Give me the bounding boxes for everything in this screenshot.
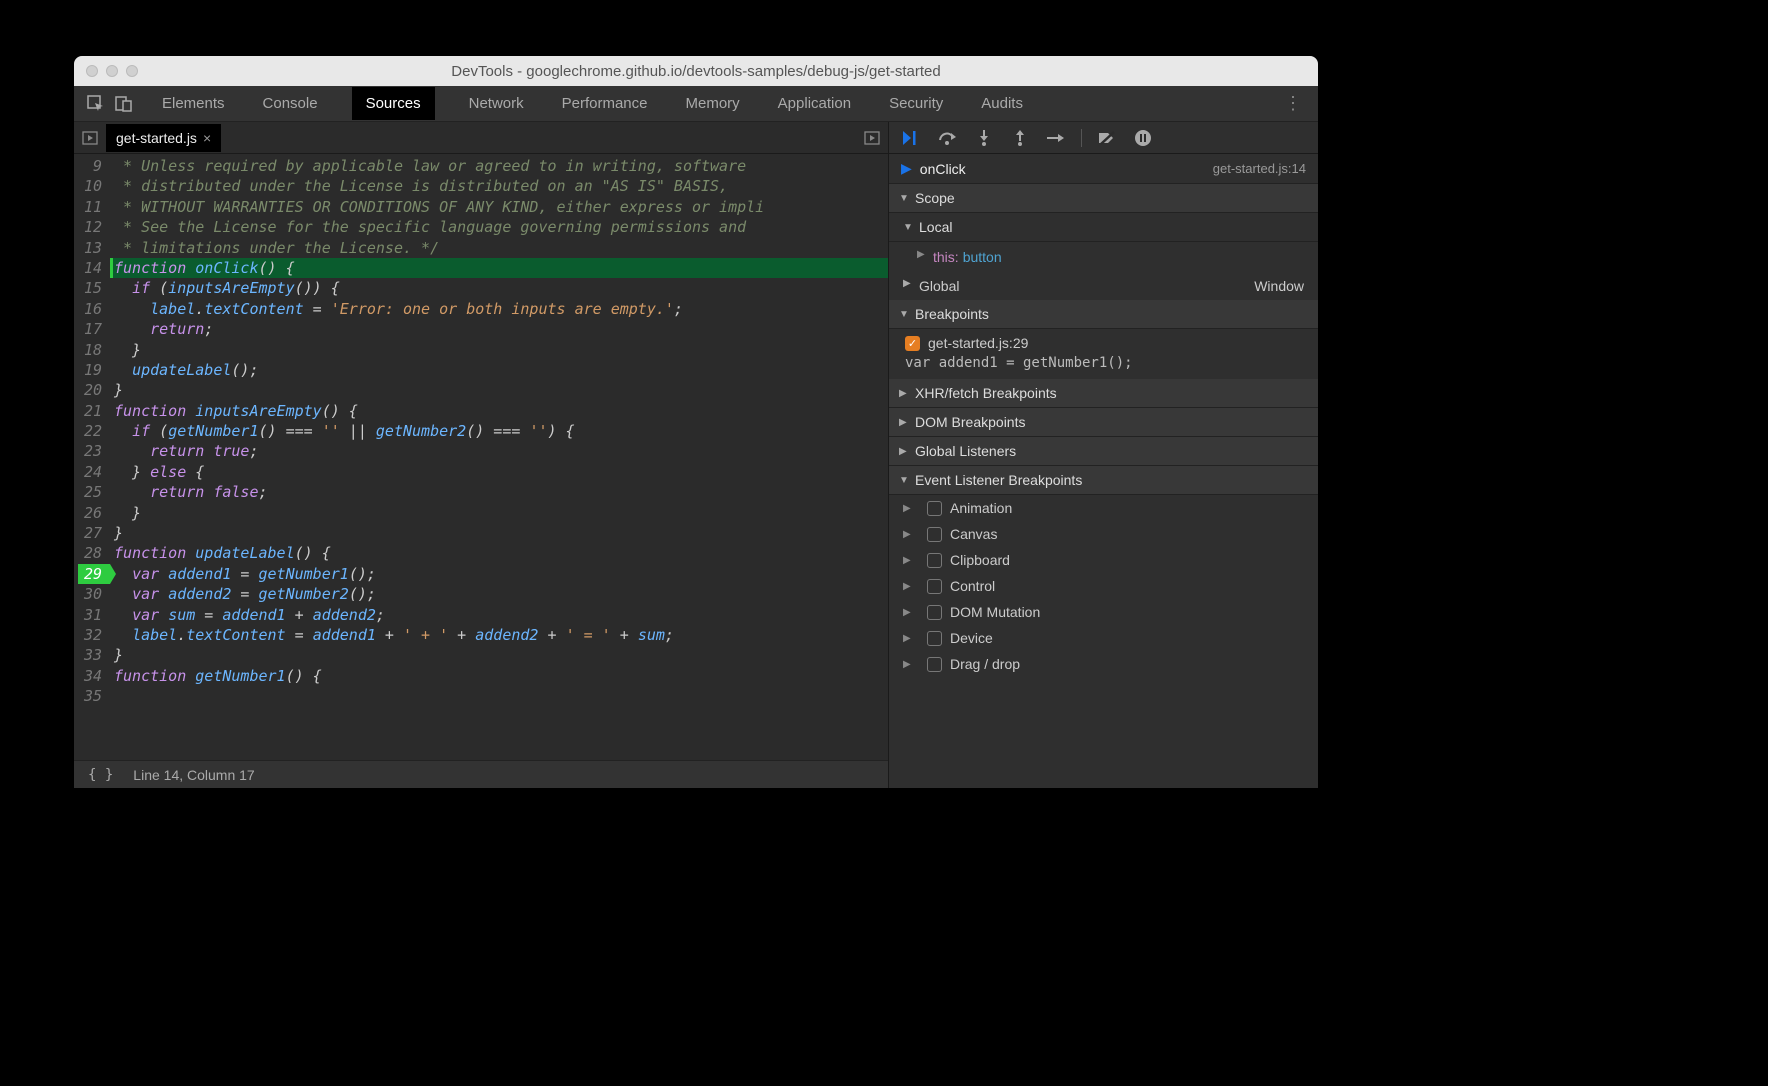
debugger-pane: ▶ onClick get-started.js:14 ▼Scope ▼Loca… (888, 122, 1318, 788)
more-tabs-icon[interactable] (856, 130, 888, 146)
minimize-window-icon[interactable] (106, 65, 118, 77)
deactivate-breakpoints-button[interactable] (1096, 127, 1118, 149)
file-tab-bar: get-started.js × (74, 122, 888, 154)
traffic-lights (74, 65, 138, 77)
devtools-window: DevTools - googlechrome.github.io/devtoo… (74, 56, 1318, 788)
scope-local[interactable]: ▼Local (889, 213, 1318, 242)
dom-breakpoints-section[interactable]: ▶DOM Breakpoints (889, 408, 1318, 437)
editor-pane: get-started.js × 91011121314151617181920… (74, 122, 888, 788)
zoom-window-icon[interactable] (126, 65, 138, 77)
inspect-element-icon[interactable] (82, 90, 110, 118)
scope-local-body: ▶this:button (889, 242, 1318, 272)
code-lines[interactable]: * Unless required by applicable law or a… (110, 154, 888, 760)
line-gutter[interactable]: 9101112131415161718192021222324252627282… (74, 154, 110, 760)
cursor-position: Line 14, Column 17 (133, 767, 254, 783)
code-editor[interactable]: 9101112131415161718192021222324252627282… (74, 154, 888, 760)
status-bar: { } Line 14, Column 17 (74, 760, 888, 788)
event-category-control[interactable]: ▶Control (889, 573, 1318, 599)
more-options-icon[interactable]: ⋮ (1276, 93, 1310, 114)
breakpoint-checkbox[interactable]: ✓ (905, 336, 920, 351)
tab-application[interactable]: Application (774, 87, 855, 120)
checkbox-icon[interactable] (927, 631, 942, 646)
step-into-button[interactable] (973, 127, 995, 149)
step-out-button[interactable] (1009, 127, 1031, 149)
checkbox-icon[interactable] (927, 657, 942, 672)
scope-global[interactable]: ▶GlobalWindow (889, 272, 1318, 300)
tab-audits[interactable]: Audits (977, 87, 1027, 120)
tab-network[interactable]: Network (465, 87, 528, 120)
event-category-drag-drop[interactable]: ▶Drag / drop (889, 651, 1318, 677)
file-tab[interactable]: get-started.js × (106, 124, 221, 152)
step-over-button[interactable] (937, 127, 959, 149)
breakpoint-item[interactable]: ✓ get-started.js:29 (889, 329, 1318, 353)
step-button[interactable] (1045, 127, 1067, 149)
breakpoint-label: get-started.js:29 (928, 335, 1028, 351)
window-title: DevTools - googlechrome.github.io/devtoo… (74, 63, 1318, 80)
event-category-animation[interactable]: ▶Animation (889, 495, 1318, 521)
separator (1081, 129, 1082, 147)
pause-exceptions-button[interactable] (1132, 127, 1154, 149)
device-toolbar-icon[interactable] (110, 90, 138, 118)
tab-console[interactable]: Console (259, 87, 322, 120)
global-listeners-section[interactable]: ▶Global Listeners (889, 437, 1318, 466)
navigator-toggle-icon[interactable] (74, 130, 106, 146)
event-category-list: ▶Animation▶Canvas▶Clipboard▶Control▶DOM … (889, 495, 1318, 677)
event-listener-breakpoints-section[interactable]: ▼Event Listener Breakpoints (889, 466, 1318, 495)
close-tab-icon[interactable]: × (203, 130, 211, 146)
debug-controls (889, 122, 1318, 154)
tab-performance[interactable]: Performance (558, 87, 652, 120)
checkbox-icon[interactable] (927, 527, 942, 542)
titlebar: DevTools - googlechrome.github.io/devtoo… (74, 56, 1318, 86)
checkbox-icon[interactable] (927, 579, 942, 594)
tab-security[interactable]: Security (885, 87, 947, 120)
event-category-dom-mutation[interactable]: ▶DOM Mutation (889, 599, 1318, 625)
checkbox-icon[interactable] (927, 553, 942, 568)
file-tab-label: get-started.js (116, 130, 197, 146)
event-category-canvas[interactable]: ▶Canvas (889, 521, 1318, 547)
checkbox-icon[interactable] (927, 501, 942, 516)
tab-sources[interactable]: Sources (352, 87, 435, 120)
main-toolbar: Elements Console Sources Network Performance… (74, 86, 1318, 122)
close-window-icon[interactable] (86, 65, 98, 77)
breakpoint-code: var addend1 = getNumber1(); (889, 353, 1318, 379)
event-category-clipboard[interactable]: ▶Clipboard (889, 547, 1318, 573)
breakpoints-section[interactable]: ▼Breakpoints (889, 300, 1318, 329)
callstack-frame[interactable]: ▶ onClick get-started.js:14 (889, 154, 1318, 184)
checkbox-icon[interactable] (927, 605, 942, 620)
scope-section[interactable]: ▼Scope (889, 184, 1318, 213)
frame-function: onClick (920, 161, 966, 177)
tab-elements[interactable]: Elements (158, 87, 229, 120)
resume-button[interactable] (901, 127, 923, 149)
frame-location: get-started.js:14 (1213, 161, 1306, 176)
panel-tabs: Elements Console Sources Network Performance… (158, 87, 1027, 120)
tab-memory[interactable]: Memory (682, 87, 744, 120)
format-icon[interactable]: { } (88, 767, 113, 783)
current-frame-icon: ▶ (901, 160, 912, 177)
xhr-breakpoints-section[interactable]: ▶XHR/fetch Breakpoints (889, 379, 1318, 408)
scope-var-this[interactable]: ▶this:button (917, 246, 1318, 268)
event-category-device[interactable]: ▶Device (889, 625, 1318, 651)
